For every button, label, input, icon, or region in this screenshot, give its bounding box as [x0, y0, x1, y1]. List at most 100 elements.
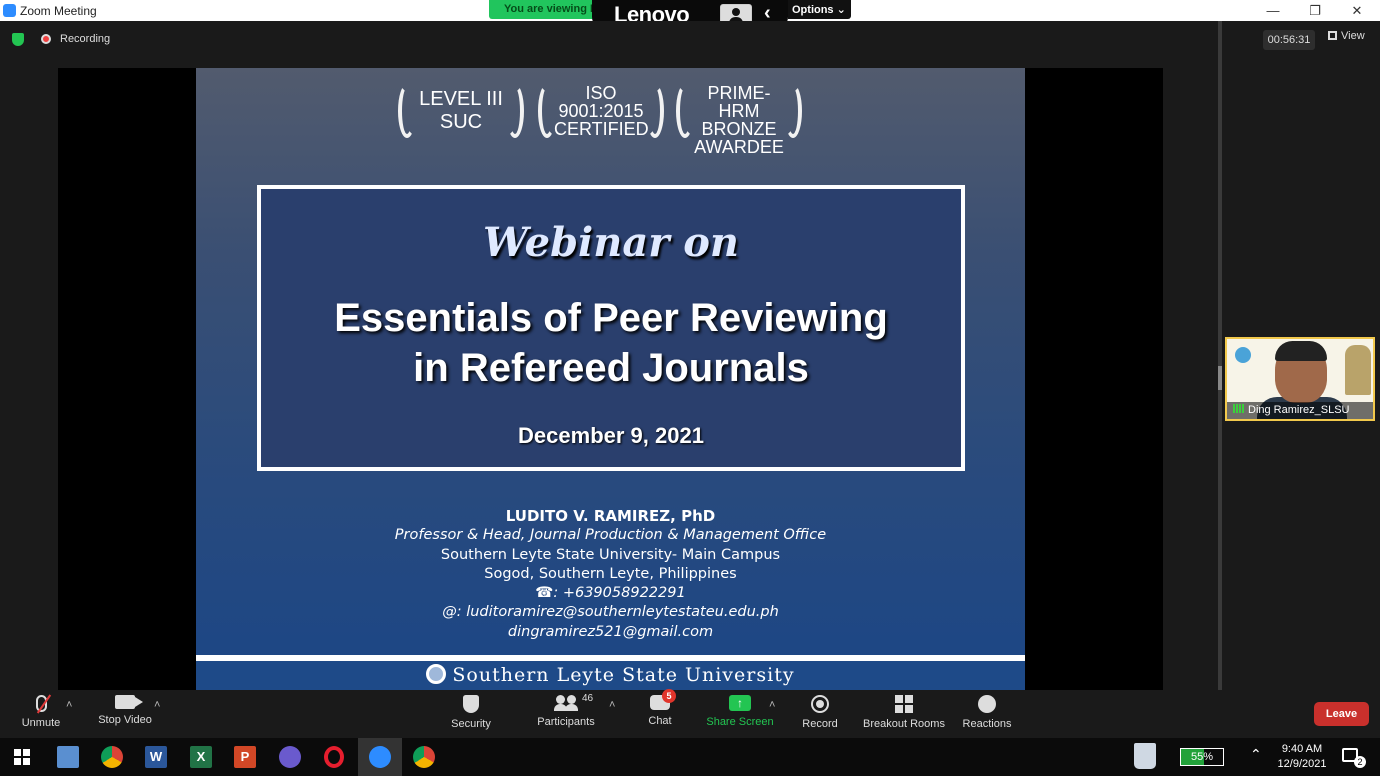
participants-caret-icon[interactable]: ˄: [609, 699, 615, 711]
laurel-right-icon: [646, 84, 664, 138]
opera-icon[interactable]: [324, 746, 344, 768]
view-button[interactable]: View: [1328, 30, 1365, 42]
windows-start-icon[interactable]: [14, 749, 30, 765]
excel-icon[interactable]: X: [190, 746, 212, 768]
laurel-right-icon: [784, 84, 802, 138]
presenter-campus: Southern Leyte State University- Main Ca…: [440, 546, 781, 563]
panel-divider[interactable]: [1218, 21, 1222, 690]
award-line: AWARDEE: [694, 137, 784, 157]
security-shield-icon: [463, 695, 479, 713]
unmute-label: Unmute: [21, 717, 61, 729]
presenter-info: LUDITO V. RAMIREZ, PhD Professor & Head,…: [196, 507, 1025, 642]
chevron-down-icon: ⌄: [836, 4, 846, 16]
participants-label: Participants: [537, 716, 595, 728]
meeting-timer: 00:56:31: [1263, 30, 1315, 50]
chat-button[interactable]: 5 Chat: [645, 689, 676, 727]
meeting-toolbar: Unmute ˄ Stop Video ˄ Security 46 Partici…: [0, 689, 1380, 738]
chat-label: Chat: [648, 715, 672, 727]
unmute-button[interactable]: Unmute: [20, 695, 62, 729]
university-band: Southern Leyte State University: [196, 655, 1025, 690]
recycle-bin-icon[interactable]: [1134, 743, 1156, 769]
participant-video-thumbnail[interactable]: Ding Ramirez_SLSU: [1225, 337, 1375, 421]
view-options-label: Options: [792, 4, 834, 16]
audio-options-caret-icon[interactable]: ˄: [66, 699, 72, 711]
university-seal-icon: [426, 664, 447, 684]
laurel-right-icon: [506, 84, 524, 138]
award-line: BRONZE: [701, 119, 777, 139]
reactions-button[interactable]: Reactions: [962, 695, 1012, 730]
restore-button[interactable]: ❐: [1292, 0, 1338, 21]
award-line: CERTIFIED: [554, 119, 649, 139]
awards-row: LEVEL III SUC ISO 9001:2015 CERTIFIED PRIME…: [196, 82, 1025, 156]
zoom-icon[interactable]: [369, 746, 391, 768]
battery-indicator[interactable]: 55%: [1180, 748, 1224, 766]
presentation-slide: LEVEL III SUC ISO 9001:2015 CERTIFIED PRIME…: [196, 68, 1025, 690]
meeting-status-bar: Recording 00:56:31 View: [0, 21, 1380, 58]
reactions-label: Reactions: [962, 718, 1012, 730]
muted-microphone-icon: [35, 695, 47, 712]
breakout-rooms-icon: [895, 695, 913, 713]
close-button[interactable]: ✕: [1334, 0, 1380, 21]
view-label: View: [1341, 30, 1365, 42]
building-icon: [1345, 345, 1371, 395]
system-clock[interactable]: 9:40 AM 12/9/2021: [1276, 742, 1328, 772]
participants-icon: 46: [554, 693, 593, 711]
clock-date: 12/9/2021: [1277, 758, 1327, 770]
breakout-rooms-button[interactable]: Breakout Rooms: [862, 695, 946, 730]
award-iso: ISO 9001:2015 CERTIFIED: [536, 82, 666, 142]
award-level-iii: LEVEL III SUC: [396, 82, 526, 142]
stop-video-label: Stop Video: [98, 714, 152, 726]
award-prime-hrm: PRIME-HRM BRONZE AWARDEE: [674, 82, 804, 156]
notification-center-icon[interactable]: 2: [1342, 748, 1366, 768]
university-name: Southern Leyte State University: [196, 664, 1025, 686]
resize-grip[interactable]: [1218, 366, 1222, 390]
slide-title-line2: in Refereed Journals: [413, 346, 809, 390]
breakout-rooms-label: Breakout Rooms: [863, 718, 945, 730]
tray-expand-icon[interactable]: ⌃: [1250, 746, 1262, 763]
record-label: Record: [802, 718, 838, 730]
participant-name: Ding Ramirez_SLSU: [1248, 404, 1350, 416]
security-label: Security: [451, 718, 491, 730]
chrome-icon[interactable]: [101, 746, 123, 768]
participant-hair: [1275, 341, 1327, 361]
video-options-caret-icon[interactable]: ˄: [154, 699, 160, 711]
webinar-label: Webinar on: [482, 219, 740, 266]
video-camera-icon: [115, 695, 143, 709]
share-screen-button[interactable]: ↑ Share Screen: [706, 695, 774, 728]
chrome-second-icon[interactable]: [413, 746, 435, 768]
award-line: LEVEL III: [419, 88, 503, 110]
share-options-caret-icon[interactable]: ˄: [769, 699, 775, 711]
leave-button[interactable]: Leave: [1314, 702, 1369, 726]
recording-icon: [41, 34, 51, 44]
window-title: Zoom Meeting: [20, 4, 97, 18]
share-screen-icon: ↑: [729, 695, 751, 711]
signal-strength-icon: [1233, 404, 1245, 413]
record-button[interactable]: Record: [800, 695, 840, 730]
title-frame: Webinar on Essentials of Peer Reviewing …: [257, 185, 965, 471]
clock-time: 9:40 AM: [1281, 743, 1323, 755]
presenter-email-2: dingramirez521@gmail.com: [507, 623, 714, 640]
word-icon[interactable]: W: [145, 746, 167, 768]
award-line: SUC: [439, 111, 483, 133]
slide-logo-icon: [1235, 347, 1251, 363]
award-line: PRIME-HRM: [707, 83, 771, 121]
desktop-app-icon[interactable]: [57, 746, 79, 768]
award-line: 9001:2015: [558, 101, 644, 121]
snipping-tool-icon[interactable]: [279, 746, 301, 768]
presenter-phone: ☎: +639058922291: [535, 585, 686, 602]
reactions-smiley-icon: [978, 695, 996, 713]
stop-video-button[interactable]: Stop Video: [96, 695, 154, 726]
grid-icon: [1328, 31, 1337, 40]
encryption-shield-icon[interactable]: [12, 33, 24, 46]
minimize-button[interactable]: —: [1250, 0, 1296, 21]
participants-count: 46: [582, 693, 594, 704]
slide-date: December 9, 2021: [518, 423, 704, 448]
share-screen-label: Share Screen: [706, 716, 774, 728]
powerpoint-icon[interactable]: P: [234, 746, 256, 768]
view-options-button[interactable]: Options ⌄: [788, 0, 851, 19]
participants-button[interactable]: 46 Participants: [534, 693, 598, 728]
security-button[interactable]: Security: [448, 695, 494, 730]
notification-count: 2: [1354, 756, 1366, 768]
slide-title: Essentials of Peer Reviewing in Refereed…: [261, 293, 961, 393]
record-icon: [811, 695, 829, 713]
